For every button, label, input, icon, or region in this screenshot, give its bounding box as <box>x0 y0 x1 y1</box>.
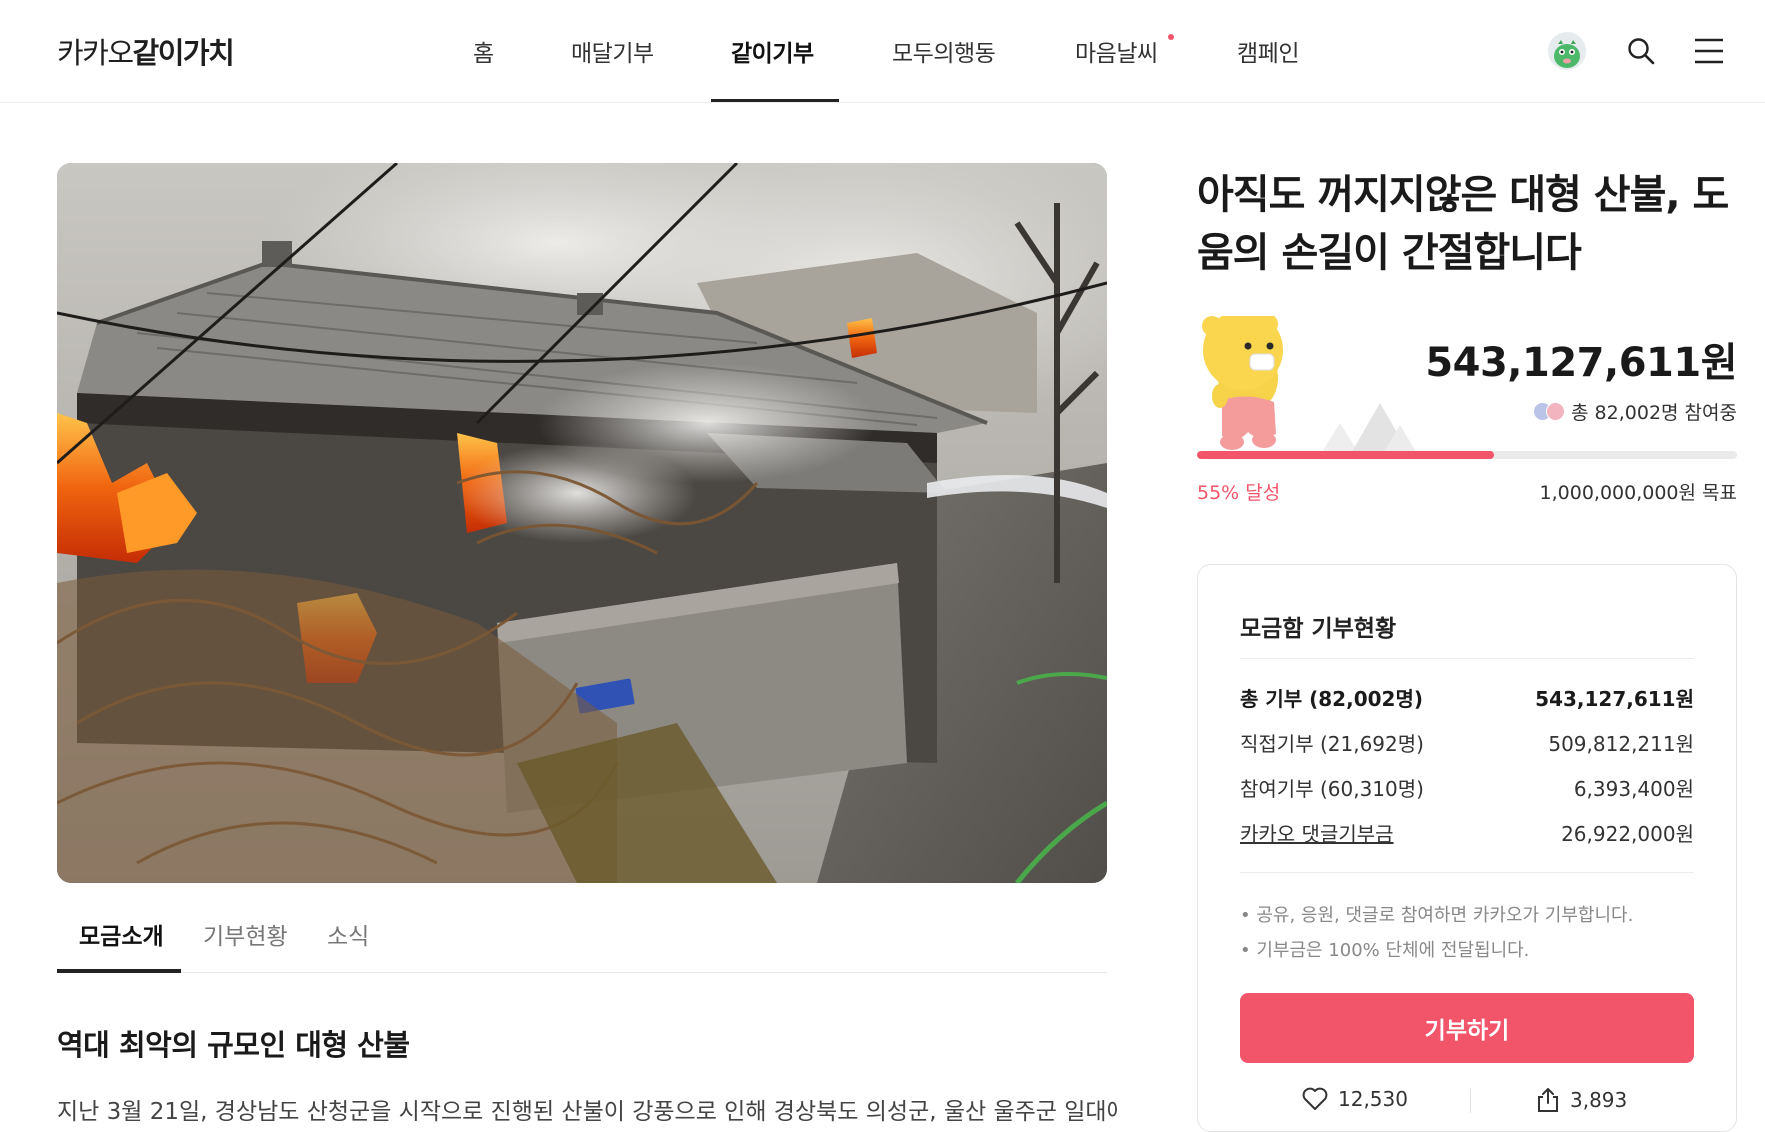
nav-active-underline <box>711 99 839 102</box>
row-value: 6,393,400원 <box>1573 777 1694 801</box>
participant-count-text: 총 82,002명 참여중 <box>1571 402 1737 424</box>
info-note: • 공유, 응원, 댓글로 참여하면 카카오가 기부합니다. <box>1240 905 1634 926</box>
tab-active-underline <box>57 969 181 973</box>
section-title: 역대 최악의 규모인 대형 산불 <box>57 1028 410 1062</box>
info-note: • 기부금은 100% 단체에 전달됩니다. <box>1240 940 1530 961</box>
share-count: 3,893 <box>1570 1088 1628 1112</box>
progress-bar <box>1197 451 1737 459</box>
row-value: 26,922,000원 <box>1561 822 1694 846</box>
percent-achieved: 55% 달성 <box>1197 482 1281 504</box>
nav-together-donation[interactable]: 같이기부 <box>731 34 814 68</box>
avatar-character-icon <box>1548 32 1586 70</box>
donation-row-total: 총 기부 (82,002명) 543,127,611원 <box>1240 683 1694 712</box>
new-badge-dot <box>1168 34 1174 40</box>
raised-amount: 543,127,611원 <box>1425 340 1737 386</box>
donation-status-card: 모금함 기부현황 총 기부 (82,002명) 543,127,611원 직접기… <box>1197 564 1737 1132</box>
heart-icon <box>1302 1087 1328 1110</box>
like-button[interactable]: 12,530 <box>1302 1087 1408 1111</box>
kakao-comment-donation-link[interactable]: 카카오 댓글기부금 <box>1240 818 1394 847</box>
burning-house-photo <box>57 163 1107 883</box>
donation-row-kakao-comment: 카카오 댓글기부금 26,922,000원 <box>1240 818 1694 847</box>
action-divider <box>1470 1089 1471 1113</box>
menu-icon[interactable] <box>1694 38 1724 68</box>
progress-fill <box>1197 451 1494 459</box>
logo-bold-text: 같이가치 <box>132 36 235 70</box>
content-tabs: 모금소개 기부현황 소식 <box>57 905 1107 973</box>
donation-row-direct: 직접기부 (21,692명) 509,812,211원 <box>1240 728 1694 757</box>
donation-row-participation: 참여기부 (60,310명) 6,393,400원 <box>1240 773 1694 802</box>
tab-news[interactable]: 소식 <box>327 917 369 951</box>
row-label: 직접기부 (21,692명) <box>1240 732 1424 756</box>
card-title: 모금함 기부현황 <box>1240 616 1397 642</box>
card-divider <box>1240 872 1694 873</box>
search-icon[interactable] <box>1626 36 1656 70</box>
nav-everyones-action[interactable]: 모두의행동 <box>892 34 996 68</box>
ryan-mascot-icon <box>1198 310 1298 461</box>
row-label: 총 기부 (82,002명) <box>1240 687 1423 711</box>
share-button[interactable]: 3,893 <box>1536 1087 1627 1113</box>
nav-monthly-donation[interactable]: 매달기부 <box>571 34 654 68</box>
mountain-decoration-icon <box>1320 395 1440 455</box>
share-icon <box>1538 1088 1558 1112</box>
nav-campaign[interactable]: 캠페인 <box>1237 34 1299 68</box>
participant-avatars-icon <box>1533 402 1566 421</box>
tab-donation-status[interactable]: 기부현황 <box>203 917 288 951</box>
row-value: 543,127,611원 <box>1535 687 1694 711</box>
row-value: 509,812,211원 <box>1548 732 1694 756</box>
avatar[interactable] <box>1548 32 1586 70</box>
campaign-hero-image <box>57 163 1107 883</box>
row-label: 참여기부 (60,310명) <box>1240 777 1424 801</box>
top-header: 카카오같이가치 홈 매달기부 같이기부 모두의행동 마음날씨 캠페인 <box>0 0 1765 103</box>
logo-light-text: 카카오 <box>57 36 134 70</box>
participant-count: 총 82,002명 참여중 <box>1533 398 1737 425</box>
campaign-title: 아직도 꺼지지않은 대형 산불, 도움의 손길이 간절합니다 <box>1197 172 1729 276</box>
nav-mind-weather[interactable]: 마음날씨 <box>1075 34 1158 68</box>
donate-button[interactable]: 기부하기 <box>1240 993 1694 1063</box>
nav-home[interactable]: 홈 <box>473 34 494 68</box>
like-count: 12,530 <box>1338 1087 1408 1111</box>
goal-amount: 1,000,000,000원 목표 <box>1539 482 1737 504</box>
body-text: 지난 3월 21일, 경상남도 산청군을 시작으로 진행된 산불이 강풍으로 인… <box>57 1099 1117 1125</box>
logo[interactable]: 카카오같이가치 <box>57 30 235 72</box>
card-divider <box>1240 658 1694 659</box>
tab-fundraising-intro[interactable]: 모금소개 <box>79 917 164 951</box>
